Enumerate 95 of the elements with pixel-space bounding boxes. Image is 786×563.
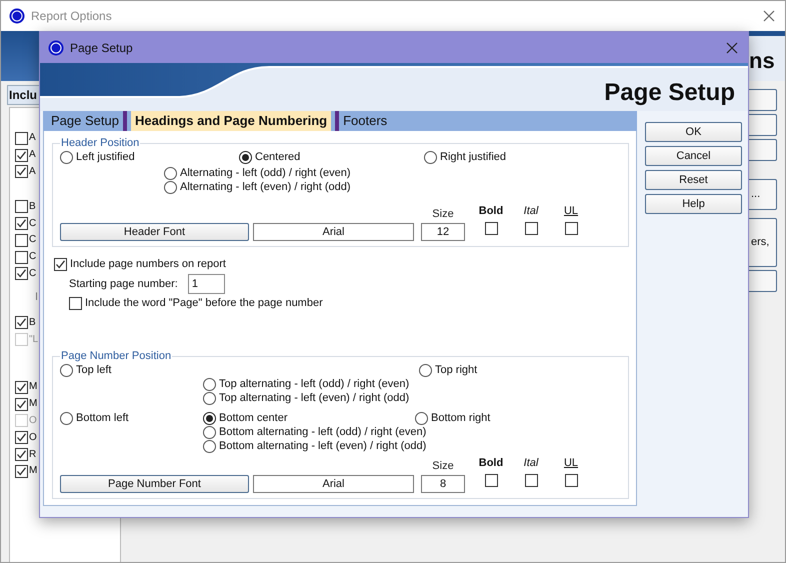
checkbox[interactable]	[484, 222, 498, 235]
checkbox[interactable]	[524, 222, 538, 235]
checkbox[interactable]	[15, 148, 28, 162]
size-label: Size	[432, 207, 454, 221]
checkbox[interactable]	[15, 464, 28, 478]
radio-option[interactable]: Bottom alternating - left (odd) / right (even)	[203, 425, 426, 439]
dialog-button[interactable]: OK	[645, 122, 742, 142]
checkbox[interactable]	[15, 165, 28, 178]
checkbox-label: O	[29, 414, 37, 428]
starting-page-field[interactable]: 1	[188, 274, 225, 294]
underline-label: UL	[564, 456, 578, 470]
checkbox[interactable]	[69, 296, 82, 310]
group-title: Header Position	[60, 137, 140, 149]
banner-title: Page Setup	[604, 79, 735, 107]
radio-option[interactable]: Top left	[60, 363, 112, 377]
font-button[interactable]: Header Font	[60, 223, 249, 241]
italic-label: Ital	[524, 204, 538, 218]
checkbox[interactable]	[15, 250, 28, 264]
checkbox[interactable]	[15, 316, 28, 330]
side-button[interactable]	[747, 114, 777, 136]
checkbox[interactable]	[15, 267, 28, 280]
tab[interactable]: Inclu	[7, 85, 40, 105]
checkbox-label: Include page numbers on report	[70, 257, 226, 271]
side-button[interactable]: ...	[747, 179, 777, 210]
field-label: Starting page number:	[69, 277, 178, 291]
tab[interactable]: Footers	[339, 111, 392, 131]
size-field[interactable]: 8	[421, 475, 465, 493]
radio-option[interactable]: Bottom alternating - left (even) / right (odd)	[203, 439, 426, 453]
checkbox[interactable]	[15, 200, 28, 214]
radio-option[interactable]: Bottom left	[60, 411, 129, 425]
close-icon[interactable]	[763, 10, 775, 22]
checkbox-label: Include the word "Page" before the page number	[85, 296, 323, 310]
checkbox[interactable]	[564, 222, 578, 235]
checkbox[interactable]	[524, 474, 538, 487]
checkbox-label: C	[29, 250, 36, 264]
dialog-button[interactable]: Help	[645, 194, 742, 214]
checkbox-label: M	[29, 380, 38, 394]
checkbox[interactable]	[15, 132, 28, 145]
checkbox-label: O	[29, 430, 37, 445]
checkbox[interactable]	[15, 217, 28, 230]
dialog-button[interactable]: Cancel	[645, 146, 742, 166]
checkbox-label: C	[29, 266, 36, 281]
checkbox-label: M	[29, 397, 38, 412]
font-button[interactable]: Page Number Font	[60, 475, 249, 493]
radio-option[interactable]: Top alternating - left (even) / right (odd)	[203, 391, 410, 405]
checkbox[interactable]	[15, 448, 28, 462]
bold-label: Bold	[478, 456, 504, 470]
window-heading: ns	[749, 47, 775, 75]
window-title: Report Options	[31, 8, 112, 25]
radio-option[interactable]: Bottom center	[203, 411, 288, 425]
checkbox-label: B	[29, 316, 36, 330]
checkbox-label: A	[29, 131, 36, 146]
tab[interactable]: Headings and Page Numbering	[130, 111, 332, 131]
italic-label: Ital	[524, 456, 538, 470]
side-button[interactable]	[747, 139, 777, 161]
radio-option[interactable]: Alternating - left (even) / right (odd)	[164, 180, 624, 194]
tab[interactable]: Page Setup	[47, 111, 123, 131]
size-field[interactable]: 12	[421, 223, 465, 241]
checkbox[interactable]	[15, 398, 28, 411]
checkbox-label: B	[29, 200, 36, 214]
radio-option[interactable]: Centered	[239, 150, 424, 164]
app-logo-icon	[9, 8, 25, 24]
font-name-field[interactable]: Arial	[253, 223, 414, 241]
checkbox-label: "L	[29, 332, 38, 347]
checkbox[interactable]	[54, 258, 67, 270]
radio-option[interactable]: Alternating - left (odd) / right (even)	[164, 166, 624, 180]
side-button[interactable]	[747, 270, 777, 292]
checkbox[interactable]	[15, 380, 28, 394]
app-logo-icon	[48, 40, 64, 56]
option-label: I	[35, 290, 38, 304]
underline-label: UL	[564, 204, 578, 218]
radio-option[interactable]: Right justified	[424, 150, 506, 164]
checkbox-label: R	[29, 448, 36, 462]
close-icon[interactable]	[726, 42, 738, 54]
checkbox[interactable]	[564, 474, 578, 487]
group-title: Page Number Position	[60, 350, 172, 362]
checkbox[interactable]	[484, 474, 498, 487]
radio-option[interactable]: Top right	[419, 363, 478, 377]
radio-option[interactable]: Top alternating - left (odd) / right (even)	[203, 377, 410, 391]
dialog-title: Page Setup	[70, 40, 133, 56]
checkbox[interactable]	[15, 431, 28, 444]
side-button[interactable]: ers,	[747, 218, 777, 267]
checkbox-label: A	[29, 148, 36, 162]
dialog-button[interactable]: Reset	[645, 170, 742, 190]
bold-label: Bold	[478, 204, 504, 218]
checkbox-label: M	[29, 464, 38, 478]
radio-option[interactable]: Bottom right	[415, 411, 490, 425]
checkbox-label: C	[29, 233, 36, 248]
checkbox-label: A	[29, 164, 36, 179]
side-button[interactable]	[747, 89, 777, 111]
checkbox[interactable]	[15, 234, 28, 247]
checkbox-label: C	[29, 216, 36, 231]
radio-option[interactable]: Left justified	[60, 150, 239, 164]
font-name-field[interactable]: Arial	[253, 475, 414, 493]
size-label: Size	[432, 459, 454, 473]
